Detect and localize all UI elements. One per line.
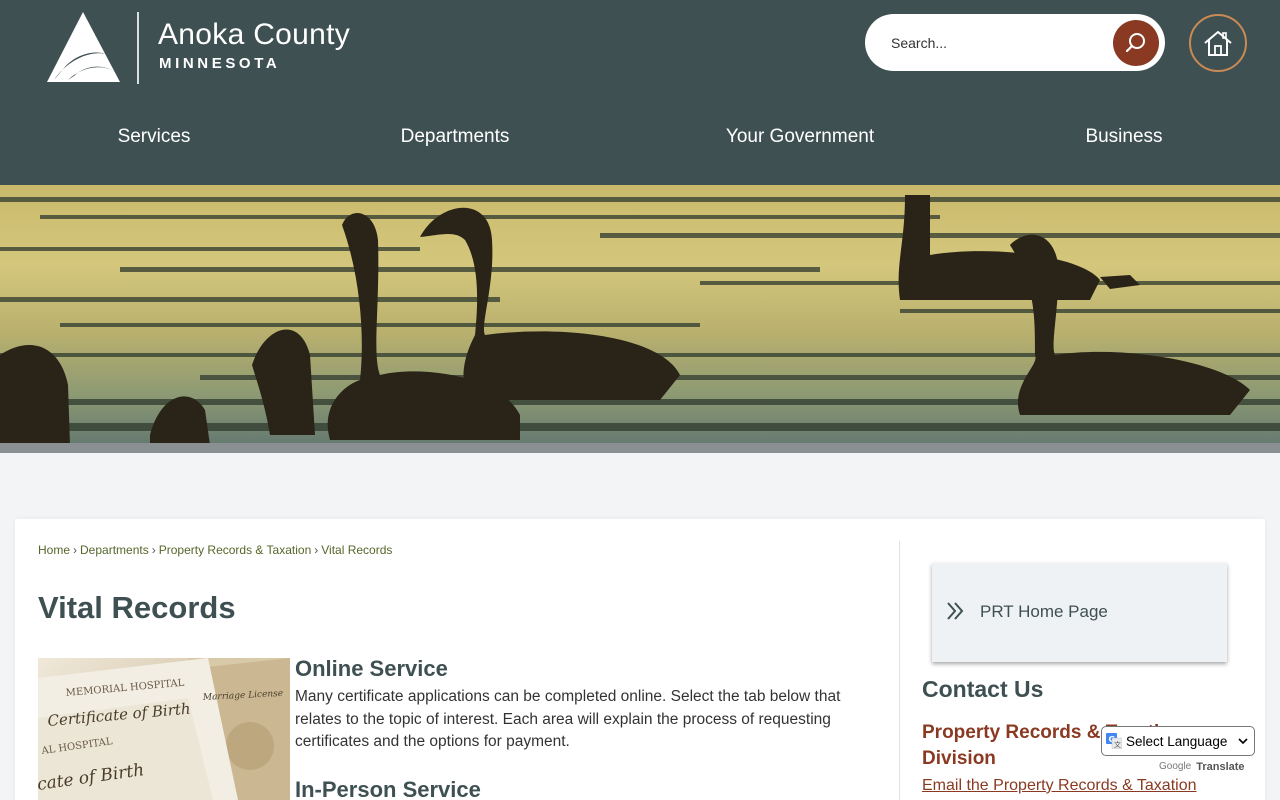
prt-home-page-label: PRT Home Page — [980, 602, 1108, 621]
svg-text:文: 文 — [1114, 740, 1121, 749]
translate-icon: G 文 — [1106, 733, 1122, 749]
section-text-online-service: Many certificate applications can be com… — [295, 688, 841, 750]
nav-item-departments[interactable]: Departments — [401, 126, 510, 148]
language-select[interactable]: G 文 Select Language — [1101, 726, 1255, 756]
contact-us-heading: Contact Us — [922, 676, 1044, 702]
breadcrumb-separator: › — [73, 543, 78, 557]
breadcrumb-separator: › — [151, 543, 156, 557]
contact-email-link[interactable]: Email the Property Records & Taxation — [922, 777, 1197, 795]
powered-by-google-translate: Google Translate — [1159, 761, 1245, 773]
search-box — [865, 14, 1165, 71]
column-divider — [899, 541, 900, 800]
main-nav: Services Departments Your Government Bus… — [0, 112, 1280, 164]
home-icon — [1204, 31, 1232, 56]
chevron-down-icon — [1238, 738, 1248, 745]
breadcrumb-current: Vital Records — [321, 543, 393, 557]
breadcrumb-separator: › — [314, 543, 319, 557]
site-header: Anoka County MINNESOTA Services Departme… — [0, 0, 1280, 185]
nav-item-your-government[interactable]: Your Government — [726, 126, 874, 148]
search-input[interactable] — [891, 26, 1101, 59]
swans-on-water-illustration — [0, 195, 1280, 445]
google-translate-widget: G 文 Select Language Google Translate — [1101, 726, 1256, 778]
prt-home-page-link[interactable]: PRT Home Page — [932, 563, 1227, 662]
double-chevron-right-icon — [947, 602, 964, 620]
page-title: Vital Records — [38, 590, 236, 625]
translate-wordmark: Translate — [1196, 761, 1245, 773]
breadcrumb-home[interactable]: Home — [38, 543, 70, 557]
breadcrumb-property-records[interactable]: Property Records & Taxation — [159, 543, 312, 557]
certificates-illustration: MEMORIAL HOSPITAL Certificate of Birth M… — [38, 658, 290, 800]
logo-state-name: MINNESOTA — [159, 55, 281, 72]
breadcrumb-departments[interactable]: Departments — [80, 543, 149, 557]
home-button[interactable] — [1189, 14, 1247, 72]
logo-divider — [137, 12, 139, 84]
google-wordmark: Google — [1159, 761, 1192, 772]
search-icon — [1125, 33, 1145, 53]
section-heading-in-person-service: In-Person Service — [295, 777, 481, 800]
county-logo[interactable]: Anoka County MINNESOTA — [46, 10, 376, 86]
nav-item-services[interactable]: Services — [118, 126, 191, 148]
section-heading-online-service: Online Service — [295, 656, 448, 681]
language-select-label: Select Language — [1126, 733, 1228, 749]
hero-banner-image — [0, 185, 1280, 453]
logo-mark-icon — [47, 12, 120, 82]
nav-item-business[interactable]: Business — [1085, 126, 1162, 148]
certificates-image: MEMORIAL HOSPITAL Certificate of Birth M… — [38, 658, 290, 800]
logo-county-name: Anoka County — [158, 18, 351, 51]
breadcrumb: Home › Departments › Property Records & Taxa… — [38, 543, 392, 557]
banner-bottom-strip — [0, 443, 1280, 453]
search-button[interactable] — [1113, 20, 1159, 66]
